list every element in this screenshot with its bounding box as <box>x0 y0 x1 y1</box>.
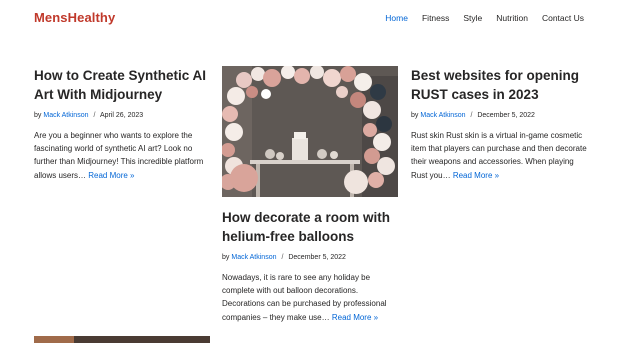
read-more-link[interactable]: Read More » <box>453 171 499 180</box>
main-nav: Home Fitness Style Nutrition Contact Us <box>385 13 584 23</box>
meta-separator: / <box>470 112 473 119</box>
balloon-photo-illustration <box>222 66 398 197</box>
post-card: How to Create Synthetic AI Art With Midj… <box>34 66 212 182</box>
post-card: Best websites for opening RUST cases in … <box>411 66 587 182</box>
post-author-link[interactable]: Mack Atkinson <box>420 112 465 119</box>
meta-separator: / <box>281 254 284 261</box>
byline-prefix: by <box>34 112 42 119</box>
site-header: MensHealthy Home Fitness Style Nutrition… <box>0 0 620 40</box>
nav-fitness[interactable]: Fitness <box>422 13 449 23</box>
meta-separator: / <box>93 112 96 119</box>
post-excerpt: Rust skin Rust skin is a virtual in-game… <box>411 129 587 182</box>
post-date: April 26, 2023 <box>99 112 144 119</box>
post-date: December 5, 2022 <box>288 254 346 261</box>
balloon-arch-photo[interactable] <box>222 66 398 197</box>
post-title[interactable]: How to Create Synthetic AI Art With Midj… <box>34 66 212 104</box>
post-body: How decorate a room with helium-free bal… <box>222 208 398 324</box>
byline-prefix: by <box>411 112 419 119</box>
post-meta: by Mack Atkinson / December 5, 2022 <box>222 254 398 261</box>
thumbnail-highlight <box>34 336 74 343</box>
post-meta: by Mack Atkinson / December 5, 2022 <box>411 112 587 119</box>
post-title[interactable]: Best websites for opening RUST cases in … <box>411 66 587 104</box>
nav-nutrition[interactable]: Nutrition <box>496 13 528 23</box>
nav-style[interactable]: Style <box>463 13 482 23</box>
byline-prefix: by <box>222 254 230 261</box>
site-logo[interactable]: MensHealthy <box>34 10 115 25</box>
post-card: How decorate a room with helium-free bal… <box>222 66 398 324</box>
post-author-link[interactable]: Mack Atkinson <box>43 112 88 119</box>
post-author-link[interactable]: Mack Atkinson <box>231 254 276 261</box>
next-post-thumbnail[interactable] <box>34 336 210 343</box>
read-more-link[interactable]: Read More » <box>332 313 378 322</box>
nav-home[interactable]: Home <box>385 13 408 23</box>
nav-contact-us[interactable]: Contact Us <box>542 13 584 23</box>
post-title[interactable]: How decorate a room with helium-free bal… <box>222 208 398 246</box>
post-meta: by Mack Atkinson / April 26, 2023 <box>34 112 212 119</box>
post-date: December 5, 2022 <box>477 112 535 119</box>
post-excerpt: Nowadays, it is rare to see any holiday … <box>222 271 398 324</box>
read-more-link[interactable]: Read More » <box>88 171 134 180</box>
post-excerpt: Are you a beginner who wants to explore … <box>34 129 212 182</box>
